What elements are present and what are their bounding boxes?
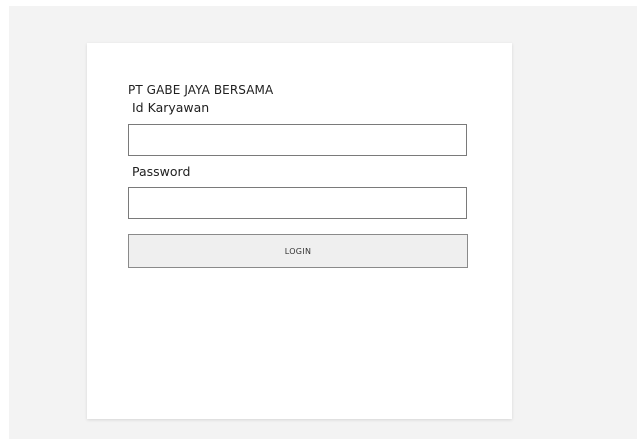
password-input[interactable] bbox=[128, 187, 467, 219]
id-karyawan-input[interactable] bbox=[128, 124, 467, 156]
company-name: PT GABE JAYA BERSAMA bbox=[128, 83, 274, 97]
password-label: Password bbox=[132, 164, 191, 179]
login-button[interactable]: LOGIN bbox=[128, 234, 468, 268]
login-card: PT GABE JAYA BERSAMA Id Karyawan Passwor… bbox=[87, 43, 512, 419]
id-karyawan-label: Id Karyawan bbox=[132, 100, 210, 115]
